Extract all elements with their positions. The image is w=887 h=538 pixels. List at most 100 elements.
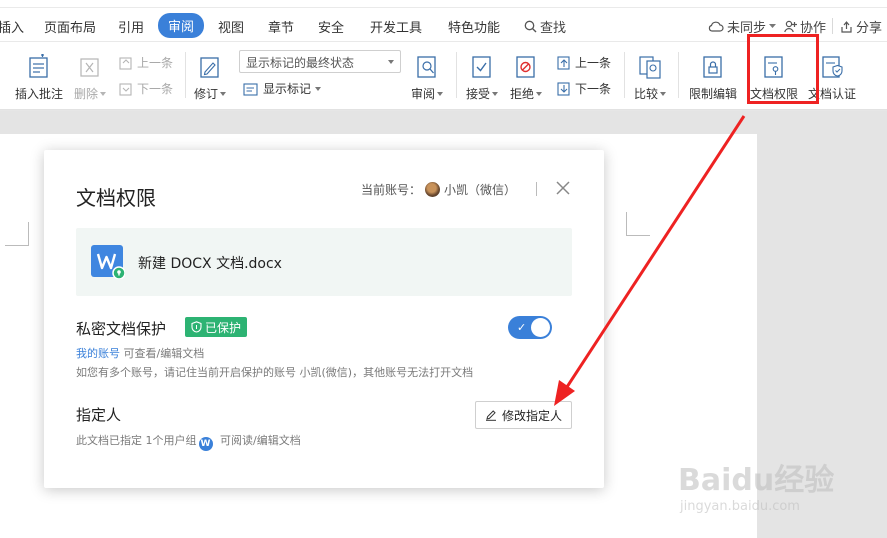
current-account: 当前账号： 小凯（微信） xyxy=(361,181,516,198)
chevron-down-icon xyxy=(100,91,107,96)
reject-button[interactable]: 拒绝 xyxy=(510,54,543,102)
designee-title: 指定人 xyxy=(76,406,122,424)
pencil-doc-icon xyxy=(200,57,219,78)
watermark-url: jingyan.baidu.com xyxy=(680,499,800,514)
menu-features[interactable]: 特色功能 xyxy=(448,17,500,36)
search-icon xyxy=(524,20,537,33)
private-protection-toggle[interactable]: ✓ xyxy=(508,316,552,339)
compare-icon xyxy=(639,56,661,79)
menu-page-layout[interactable]: 页面布局 xyxy=(44,17,96,36)
close-icon[interactable] xyxy=(555,180,571,196)
share-label: 分享 xyxy=(856,21,883,36)
document-permission-dialog: 文档权限 当前账号： 小凯（微信） 新建 DOCX 文档.docx 私密文档保护… xyxy=(44,150,604,488)
designee-permission: 可阅读/编辑文档 xyxy=(220,434,301,447)
user-group-icon: W xyxy=(198,437,213,451)
header-divider xyxy=(536,182,537,196)
display-state-value: 显示标记的最终状态 xyxy=(246,56,355,70)
file-card: 新建 DOCX 文档.docx xyxy=(76,228,572,296)
next-comment-label: 下一条 xyxy=(137,82,174,96)
annotation-highlight-box xyxy=(747,34,819,104)
chevron-down-icon xyxy=(769,24,777,28)
crop-mark xyxy=(626,212,650,236)
insert-comment-label: 插入批注 xyxy=(15,87,64,101)
menu-view[interactable]: 视图 xyxy=(218,17,244,36)
status-badge: 已保护 xyxy=(185,317,248,337)
delete-comment-icon xyxy=(80,58,99,77)
compare-button[interactable]: 比较 xyxy=(634,54,667,102)
check-icon: ✓ xyxy=(517,321,527,334)
prev-comment-icon xyxy=(119,56,132,70)
review-pane-icon xyxy=(417,56,436,78)
prev-change-label: 上一条 xyxy=(575,56,612,70)
menu-security[interactable]: 安全 xyxy=(318,17,344,36)
protected-label: 已保护 xyxy=(205,320,242,335)
chevron-down-icon xyxy=(388,60,394,64)
toolbar-divider xyxy=(678,52,679,98)
review-pane-button[interactable]: 审阅 xyxy=(411,54,444,102)
menu-chapter[interactable]: 章节 xyxy=(268,17,294,36)
menu-divider xyxy=(832,18,833,34)
add-user-icon xyxy=(784,20,797,33)
next-comment-button[interactable]: 下一条 xyxy=(119,80,173,97)
next-change-icon xyxy=(557,81,570,96)
reject-label: 拒绝 xyxy=(510,87,535,101)
next-change-button[interactable]: 下一条 xyxy=(557,80,611,97)
next-comment-icon xyxy=(119,82,132,96)
designee-note-prefix: 此文档已指定 xyxy=(76,434,142,447)
dialog-title: 文档权限 xyxy=(76,186,156,210)
accept-icon xyxy=(472,56,491,78)
private-protection-title: 私密文档保护 xyxy=(76,320,167,338)
avatar xyxy=(424,182,440,197)
my-account-line: 我的账号 可查看/编辑文档 xyxy=(76,345,204,361)
reject-icon xyxy=(516,56,535,78)
chevron-down-icon xyxy=(437,91,444,96)
prev-comment-button[interactable]: 上一条 xyxy=(119,54,173,71)
chevron-down-icon xyxy=(220,91,227,96)
watermark-brand: Baidu经验 xyxy=(678,463,835,498)
prev-change-button[interactable]: 上一条 xyxy=(557,54,611,71)
designee-count: 1个用户组 xyxy=(145,434,197,447)
track-changes-button[interactable]: 修订 xyxy=(194,54,227,102)
my-account-link[interactable]: 我的账号 xyxy=(76,347,120,360)
menu-developer[interactable]: 开发工具 xyxy=(370,17,422,36)
compare-label: 比较 xyxy=(634,87,659,101)
my-account-permission: 可查看/编辑文档 xyxy=(123,347,205,360)
menu-references[interactable]: 引用 xyxy=(118,17,144,36)
search-label: 查找 xyxy=(540,21,567,36)
crop-mark xyxy=(5,222,29,246)
show-markup-label: 显示标记 xyxy=(263,82,312,96)
show-markup-button[interactable]: 显示标记 xyxy=(243,80,322,97)
delete-label: 删除 xyxy=(74,87,99,101)
accept-button[interactable]: 接受 xyxy=(466,54,499,102)
toggle-knob xyxy=(531,318,550,337)
toolbar-divider xyxy=(624,52,625,98)
restrict-edit-label: 限制编辑 xyxy=(689,87,738,101)
edit-icon xyxy=(485,410,496,421)
account-label: 当前账号： xyxy=(360,183,421,197)
multi-account-note: 如您有多个账号，请记住当前开启保护的账号 小凯(微信)，其他账号无法打开文档 xyxy=(76,366,474,379)
display-state-select[interactable]: 显示标记的最终状态 xyxy=(239,50,401,73)
chevron-down-icon xyxy=(536,91,543,96)
share-icon xyxy=(841,21,852,33)
insert-comment-icon xyxy=(29,54,48,78)
menu-review[interactable]: 审阅 xyxy=(158,13,205,38)
designee-note: 此文档已指定 1个用户组 W 可阅读/编辑文档 xyxy=(76,432,301,451)
wps-writer-file-icon xyxy=(91,245,125,279)
restrict-editing-button[interactable]: 限制编辑 xyxy=(689,54,737,102)
baidu-watermark: Baidu经验 jingyan.baidu.com xyxy=(678,455,878,525)
title-strip xyxy=(0,0,887,8)
cloud-icon xyxy=(708,21,724,32)
share-button[interactable]: 分享 xyxy=(840,17,882,36)
revise-label: 修订 xyxy=(194,87,219,101)
chevron-down-icon xyxy=(492,91,499,96)
search-button[interactable]: 查找 xyxy=(524,17,566,36)
shield-icon xyxy=(191,321,202,333)
menu-insert[interactable]: 插入 xyxy=(0,17,24,36)
next-change-label: 下一条 xyxy=(575,82,612,96)
delete-comment-button[interactable]: 删除 xyxy=(74,54,107,102)
edit-designee-button[interactable]: 修改指定人 xyxy=(475,401,572,429)
accept-label: 接受 xyxy=(466,87,491,101)
toolbar-divider xyxy=(185,52,186,98)
insert-comment-button[interactable]: 插入批注 xyxy=(15,54,63,102)
chevron-down-icon xyxy=(660,91,667,96)
